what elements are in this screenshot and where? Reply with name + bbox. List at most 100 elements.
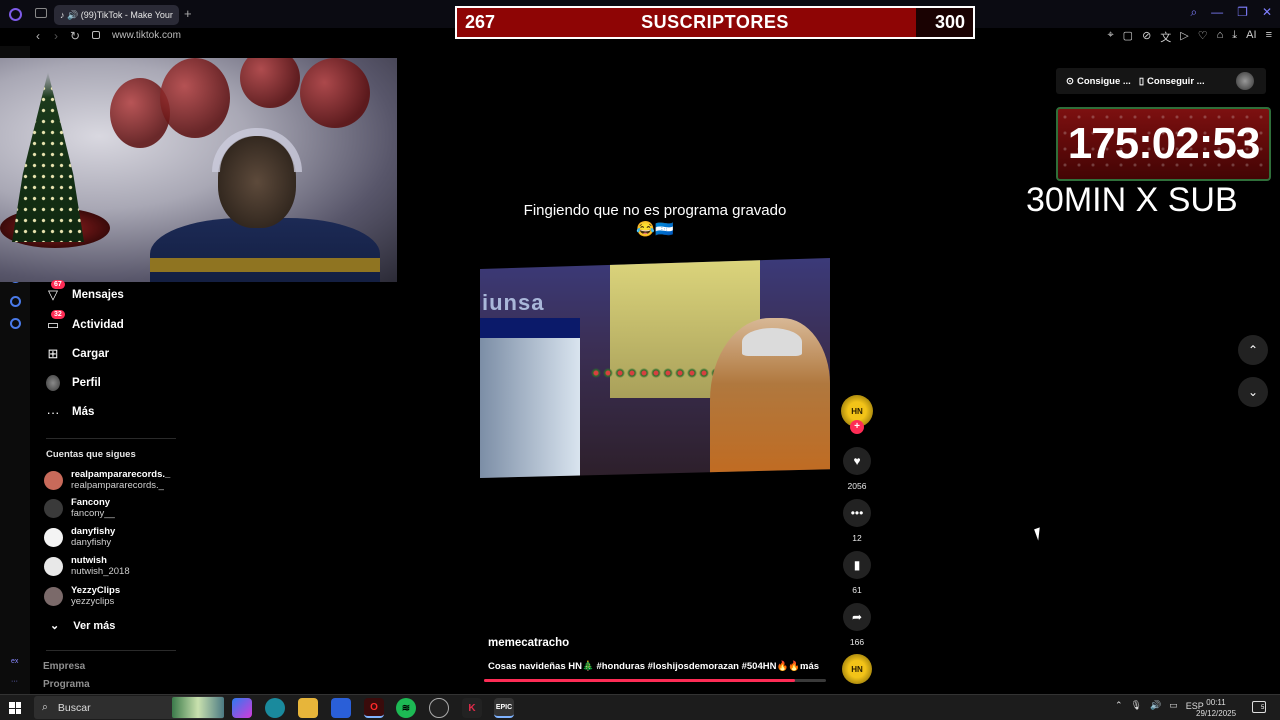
nav-label: Actividad — [72, 319, 124, 331]
account-avatar[interactable] — [1236, 72, 1254, 90]
taskbar-clock[interactable]: 00:11 29/12/2025 — [1196, 697, 1236, 719]
following-item[interactable]: danyfishy danyfishy — [44, 526, 115, 548]
save-action[interactable]: ▮ 61 — [843, 551, 871, 595]
heart-icon[interactable]: ♥ — [843, 447, 871, 475]
nav-messages[interactable]: ▽ 67 Mensajes — [46, 280, 124, 302]
following-item[interactable]: YezzyClips yezzyclips — [44, 585, 120, 607]
snapshot-icon[interactable]: ▢ — [1123, 29, 1133, 45]
reload-icon[interactable]: ↻ — [70, 29, 80, 43]
video-author[interactable]: memecatracho — [488, 637, 569, 649]
share-action[interactable]: ➦ 166 — [843, 603, 871, 647]
share-icon[interactable]: ➦ — [843, 603, 871, 631]
window-controls: ⌕ — ❐ ✕ — [1190, 5, 1272, 20]
menu-icon[interactable]: ≡ — [1266, 29, 1272, 45]
microphone-icon[interactable]: 🎙 — [1131, 700, 1142, 711]
forward-icon[interactable]: › — [54, 29, 58, 43]
video-brand-sign: iunsa — [482, 290, 545, 315]
spotify-icon[interactable]: ≋ — [396, 698, 416, 718]
messenger-icon[interactable] — [10, 296, 21, 307]
previous-video-button[interactable]: ⌃ — [1238, 335, 1268, 365]
comment-icon[interactable]: ••• — [843, 499, 871, 527]
app-icon[interactable] — [429, 698, 449, 718]
notification-count: 5 — [1261, 705, 1265, 711]
following-name: Fancony — [71, 497, 111, 508]
following-item[interactable]: nutwish nutwish_2018 — [44, 555, 130, 577]
back-icon[interactable]: ‹ — [36, 29, 40, 43]
windows-start-icon[interactable] — [9, 702, 21, 714]
store-icon[interactable] — [331, 698, 351, 718]
comment-action[interactable]: ••• 12 — [843, 499, 871, 543]
aria-ai-icon[interactable]: AI — [1246, 29, 1256, 45]
divider — [46, 438, 176, 439]
nav-label: Perfil — [72, 377, 101, 389]
browser-tab-tiktok[interactable]: ♪ 🔊 (99)TikTok - Make Your — [54, 5, 179, 25]
subscriber-target: 300 — [934, 12, 965, 32]
url-field[interactable]: www.tiktok.com — [112, 30, 181, 41]
follow-plus-icon[interactable]: + — [850, 420, 864, 434]
inbox-icon: ▭ 32 — [46, 310, 65, 332]
nav-label: Cargar — [72, 348, 110, 360]
wallet-icon[interactable]: ⌂ — [1217, 29, 1224, 45]
footer-link-company[interactable]: Empresa — [43, 661, 85, 672]
nav-activity[interactable]: ▭ 32 Actividad — [46, 310, 124, 332]
rail-more-icon[interactable]: ··· — [11, 678, 18, 685]
see-more-label: Ver más — [73, 619, 116, 632]
following-name: danyfishy — [71, 526, 116, 537]
see-more-button[interactable]: ⌄ Ver más — [50, 619, 116, 633]
save-count: 61 — [852, 585, 862, 595]
get-coins-button[interactable]: ⊙ Consigue ... — [1066, 76, 1131, 87]
mouse-cursor-icon — [1034, 527, 1044, 541]
streaming-app-icon[interactable]: K — [462, 698, 482, 718]
pin-icon[interactable]: ⌖ — [1107, 29, 1113, 45]
file-explorer-icon[interactable] — [298, 698, 318, 718]
timer-rule: 30MIN X SUB — [1026, 181, 1238, 219]
notification-icon[interactable]: 5 — [1252, 701, 1266, 713]
network-icon[interactable]: ▭ — [1169, 700, 1178, 711]
get-app-button[interactable]: ▯ Conseguir ... — [1139, 76, 1205, 87]
nav-profile[interactable]: Perfil — [46, 375, 101, 391]
copilot-icon[interactable] — [232, 698, 252, 718]
music-disc-icon[interactable]: HN — [842, 654, 872, 684]
get-coins-label: Consigue ... — [1076, 75, 1131, 87]
opera-logo-icon[interactable] — [9, 8, 22, 21]
nav-more[interactable]: ··· Más — [46, 405, 95, 420]
following-item[interactable]: realpampararecords._ realpampararecords._ — [44, 469, 170, 491]
like-action[interactable]: ♥ 2056 — [843, 447, 871, 491]
footer-link-program[interactable]: Programa — [43, 679, 90, 690]
download-icon[interactable]: ⤓ — [1232, 29, 1237, 45]
messages-badge: 67 — [51, 280, 65, 289]
following-item[interactable]: Fancony fancony__ — [44, 497, 115, 519]
search-highlight-art — [172, 697, 224, 718]
translate-icon[interactable]: 文 — [1160, 29, 1171, 45]
next-video-button[interactable]: ⌄ — [1238, 377, 1268, 407]
heart-icon[interactable]: ♡ — [1198, 29, 1208, 45]
following-name: realpampararecords._ — [71, 469, 171, 480]
adblock-icon[interactable]: ⊘ — [1142, 29, 1151, 45]
speaker-icon[interactable]: 🔊 — [1150, 700, 1161, 711]
tab-island-icon[interactable] — [35, 8, 47, 18]
play-icon[interactable]: ▷ — [1180, 29, 1188, 45]
taskbar-search[interactable]: ⌕ Buscar — [34, 696, 224, 719]
epic-games-icon[interactable]: EPIC — [494, 698, 514, 718]
new-tab-icon[interactable]: + — [184, 6, 192, 21]
opera-taskbar-icon[interactable]: O — [364, 698, 384, 718]
balloon — [300, 58, 370, 128]
coin-icon: ⊙ — [1066, 75, 1074, 87]
nav-upload[interactable]: ⊞ Cargar — [46, 346, 110, 361]
following-username: yezzyclips — [71, 596, 115, 607]
chevron-up-icon[interactable]: ⌃ — [1115, 700, 1123, 711]
following-username: fancony__ — [71, 508, 115, 519]
search-tabs-icon[interactable]: ⌕ — [1190, 5, 1197, 20]
nav-label: Más — [72, 406, 95, 418]
description-more-link[interactable]: más — [800, 661, 819, 672]
video-player[interactable]: iunsa — [480, 258, 830, 478]
bookmark-icon[interactable]: ▮ — [843, 551, 871, 579]
edge-icon[interactable] — [265, 698, 285, 718]
close-icon[interactable]: ✕ — [1262, 5, 1272, 20]
minimize-icon[interactable]: — — [1211, 5, 1223, 20]
restore-icon[interactable]: ❐ — [1237, 5, 1248, 20]
settings-icon[interactable] — [10, 318, 21, 329]
like-count: 2056 — [847, 481, 867, 491]
video-progress-bar[interactable] — [484, 679, 826, 682]
rail-extension-icon[interactable]: ex — [11, 658, 18, 665]
